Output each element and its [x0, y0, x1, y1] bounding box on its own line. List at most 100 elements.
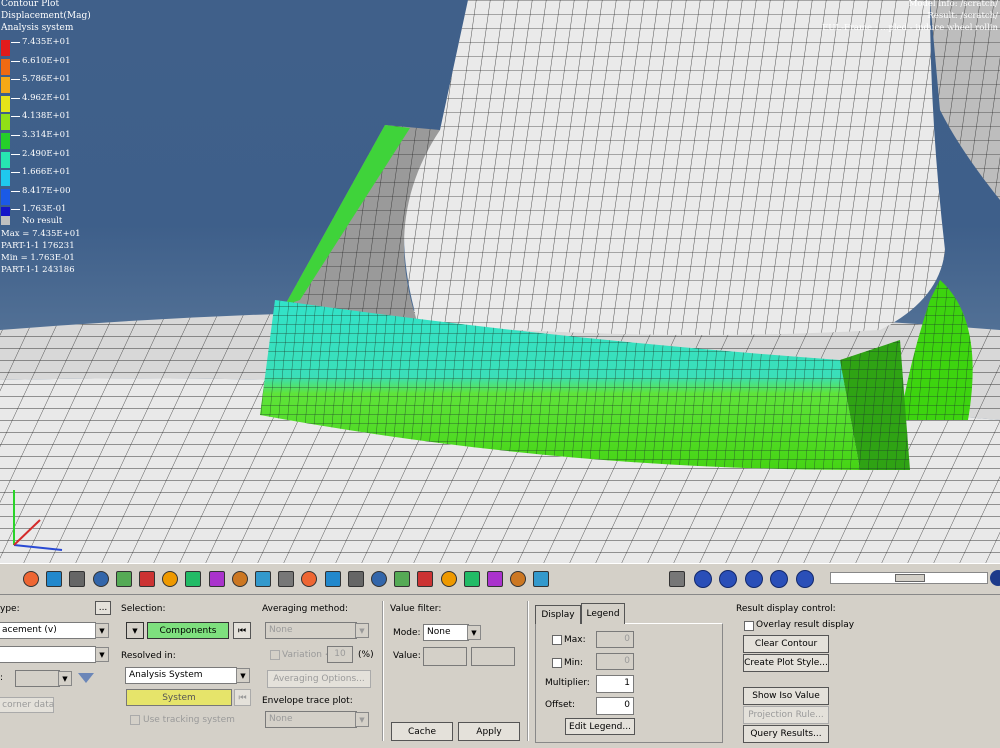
overlay-result-checkbox[interactable] [744, 621, 754, 631]
axis-icon[interactable] [416, 570, 434, 588]
reset-selection-icon[interactable]: ⏮ [233, 622, 251, 639]
legend-title: Contour Plot [1, 0, 60, 9]
clear-contour-button[interactable]: Clear Contour [743, 635, 829, 653]
histogram-icon[interactable] [300, 570, 318, 588]
selection-label: Selection: [121, 604, 166, 614]
flip-icon[interactable] [115, 570, 133, 588]
legend-value-label: 3.314E+01 [22, 130, 71, 140]
offset-label: Offset: [545, 700, 576, 710]
result-component-select[interactable] [0, 646, 96, 663]
graphics-viewport[interactable]: Contour Plot Displacement(Mag) Analysis … [0, 0, 1000, 563]
deformed-icon[interactable] [208, 570, 226, 588]
multiplier-input[interactable]: 1 [596, 675, 634, 693]
sphere-icon[interactable] [231, 570, 249, 588]
query-icon[interactable] [440, 570, 458, 588]
result-type-select[interactable]: acement (v) [0, 622, 96, 639]
min-input[interactable]: 0 [596, 653, 634, 670]
animation-slider[interactable] [830, 572, 988, 584]
value-min-input[interactable] [423, 647, 467, 666]
resolved-in-select[interactable]: Analysis System [125, 667, 237, 684]
legend-value-label: 4.138E+01 [22, 111, 71, 122]
min-checkbox[interactable] [552, 658, 562, 668]
rewind-icon[interactable] [719, 570, 737, 588]
tab-legend[interactable]: Legend [581, 603, 625, 624]
system-button[interactable]: System [126, 689, 232, 706]
notes-icon[interactable] [370, 570, 388, 588]
filter-icon[interactable] [78, 673, 94, 683]
playback-icon[interactable] [668, 570, 686, 588]
variation-label: Variation < [282, 650, 333, 660]
averaging-method-select[interactable]: None [265, 622, 357, 639]
last-frame-icon[interactable] [795, 570, 814, 588]
first-frame-icon[interactable] [693, 570, 712, 588]
chevron-down-icon[interactable]: ▼ [355, 623, 369, 638]
slider-thumb[interactable] [895, 574, 925, 582]
chevron-down-icon[interactable]: ▼ [58, 671, 72, 686]
tracking-system-checkbox[interactable] [130, 715, 140, 725]
bubble-icon[interactable] [463, 570, 481, 588]
vector-icon[interactable] [184, 570, 202, 588]
legend-value-label: 5.786E+01 [22, 74, 71, 85]
result-type-browse-button[interactable]: ... [95, 601, 111, 615]
envelope-trace-select[interactable]: None [265, 711, 357, 728]
legend-cube-icon[interactable] [45, 570, 63, 588]
offset-input[interactable]: 0 [596, 697, 634, 715]
variation-checkbox[interactable] [270, 650, 280, 660]
legend-swatch [1, 95, 10, 112]
result-info: Result: /scratch/ [927, 11, 998, 21]
isolate-icon[interactable] [138, 570, 156, 588]
print-icon[interactable] [509, 570, 527, 588]
cube-icon[interactable] [68, 570, 86, 588]
no-result-label: No result [22, 216, 63, 226]
query-results-button[interactable]: Query Results... [743, 725, 829, 743]
plot-icon[interactable] [532, 570, 550, 588]
settings-icon[interactable] [990, 570, 1000, 586]
legend-tick [11, 60, 20, 62]
chevron-down-icon[interactable]: ▼ [467, 625, 481, 640]
projection-rule-button[interactable]: Projection Rule... [743, 706, 829, 724]
multiplier-label: Multiplier: [545, 678, 590, 688]
reset-system-icon[interactable]: ⏮ [234, 689, 251, 706]
create-plot-style-button[interactable]: Create Plot Style... [743, 654, 829, 672]
max-label: Max: [564, 635, 586, 645]
scissor-icon[interactable] [347, 570, 365, 588]
legend-swatch [1, 114, 10, 131]
averaging-options-button[interactable]: Averaging Options... [267, 670, 371, 688]
legend-tick [11, 116, 20, 118]
show-iso-value-button[interactable]: Show Iso Value [743, 687, 829, 705]
legend-tick [11, 172, 20, 174]
chevron-down-icon[interactable]: ▼ [236, 668, 250, 683]
tensor-icon[interactable] [254, 570, 272, 588]
subcase-info: EUL-Frame : ...pled - induce wheel rolli… [822, 23, 998, 33]
legend-value-label: 1.666E+01 [22, 167, 71, 178]
mode-select[interactable]: None [423, 624, 469, 641]
value-max-input[interactable] [471, 647, 515, 666]
min-label: Min: [564, 658, 584, 668]
contour-icon[interactable] [22, 570, 40, 588]
marker-icon[interactable] [277, 570, 295, 588]
play-icon[interactable] [744, 570, 763, 588]
measure-icon[interactable] [393, 570, 411, 588]
apply-button[interactable]: Apply [458, 722, 520, 741]
averaging-method-label: Averaging method: [262, 604, 348, 614]
use-corner-data-button[interactable]: e corner data [0, 697, 54, 713]
chevron-down-icon[interactable]: ▼ [355, 712, 369, 727]
selection-dropdown-icon[interactable]: ▼ [126, 622, 144, 639]
components-icon[interactable] [92, 570, 110, 588]
max-checkbox[interactable] [552, 635, 562, 645]
max-input[interactable]: 0 [596, 631, 634, 648]
bars-icon[interactable] [161, 570, 179, 588]
legend-value-label: 6.610E+01 [22, 55, 71, 66]
chevron-down-icon[interactable]: ▼ [95, 623, 109, 638]
curve-icon[interactable] [324, 570, 342, 588]
pen-icon[interactable] [486, 570, 504, 588]
variation-input[interactable]: 10 [327, 646, 353, 663]
tab-display[interactable]: Display [535, 605, 581, 624]
layer-select[interactable] [15, 670, 60, 687]
fast-forward-icon[interactable] [770, 570, 788, 588]
value-label: Value: [393, 651, 421, 661]
edit-legend-button[interactable]: Edit Legend... [565, 718, 635, 735]
chevron-down-icon[interactable]: ▼ [95, 647, 109, 662]
cache-button[interactable]: Cache [391, 722, 453, 741]
components-button[interactable]: Components [147, 622, 229, 639]
